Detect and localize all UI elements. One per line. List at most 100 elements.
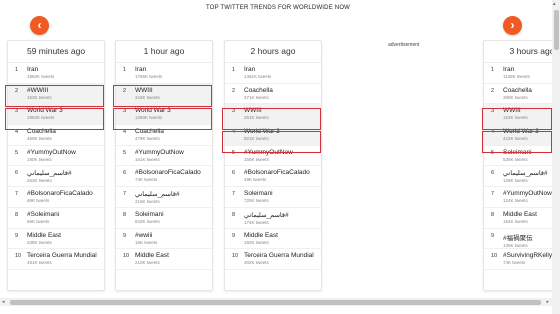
trend-rank: 4 [491,129,495,136]
trend-name[interactable]: #BolsonaroFicaCalado [135,166,212,176]
trend-name[interactable]: World War 3 [135,104,212,114]
trend-name[interactable]: #YummyOutNow [27,146,104,156]
scroll-right-icon[interactable]: ▸ [546,299,549,305]
trend-row[interactable]: 1 Iran 1756K tweets [116,63,212,84]
trend-row[interactable]: 6 قاسم_سليماني# 126K tweets [484,166,560,188]
trend-row[interactable]: 2 #WWIII 163K tweets [8,83,104,105]
trend-name[interactable]: #wwiii [135,229,212,239]
chevron-right-icon[interactable]: › [503,16,522,35]
trend-row[interactable]: 6 #BolsonaroFicaCalado 74K tweets [116,166,212,188]
trend-rank: 9 [232,232,236,239]
trend-row[interactable]: 8 #Soleimani 66K tweets [8,208,104,229]
trend-row[interactable]: 7 #YummyOutNow 124K tweets [484,187,560,208]
trend-row[interactable]: 4 Coachella 460K tweets [8,125,104,146]
trend-row[interactable]: 9 #福禍聚伝 130K tweets [484,229,560,250]
trend-row[interactable]: 1 Iran 1461K tweets [225,63,321,84]
trend-row[interactable]: 4 World War 3 422K tweets [484,125,560,146]
trend-rank: 5 [15,149,19,156]
tweet-count: 192K tweets [244,239,269,245]
trend-name[interactable]: World War 3 [244,125,321,135]
trend-rank: 4 [123,129,127,136]
trend-row[interactable]: 2 WWIII 343K tweets [116,83,212,105]
trend-name[interactable]: Coachella [244,84,321,94]
scroll-thumb[interactable] [553,10,559,50]
trend-name[interactable]: #BolsonaroFicaCalado [27,187,104,197]
trend-name[interactable]: Iran [135,63,212,73]
trend-row[interactable]: 4 Coachella 479K tweets [116,125,212,146]
trend-name[interactable]: #Soleimani [27,208,104,218]
trend-rank: 5 [232,149,236,156]
trend-row[interactable]: 8 Middle East 164K tweets [484,208,560,229]
trend-name[interactable]: Middle East [27,229,104,239]
tweet-count: 190K tweets [27,156,52,162]
trend-name[interactable]: Iran [27,63,104,73]
trend-row[interactable]: 1 Iran 1960K tweets [8,63,104,84]
trend-name[interactable]: Coachella [135,125,212,135]
trend-row[interactable]: 8 Soleimani 842K tweets [116,208,212,229]
trend-row[interactable]: 7 قاسم_سليماني# 216K tweets [116,187,212,208]
tweet-count: 69K tweets [27,198,50,204]
tweet-count: 460K tweets [27,136,52,142]
trend-name[interactable]: Coachella [27,125,104,135]
trend-name[interactable]: قاسم_سليماني# [27,166,104,177]
tweet-count: 491K tweets [27,260,52,266]
trend-row[interactable]: 8 قاسم_سليماني# 174K tweets [225,208,321,229]
trend-row[interactable]: 10 Terceira Guerra Mundial 491K tweets [8,249,104,270]
vertical-scrollbar[interactable]: ▴ [552,0,560,314]
chevron-left-icon[interactable]: ‹ [30,16,49,35]
trend-name[interactable]: Middle East [244,229,321,239]
tweet-count: 74K tweets [135,177,158,183]
trend-name[interactable]: Terceira Guerra Mundial [27,249,104,259]
trend-name[interactable]: WWIII [244,104,321,114]
trend-name[interactable]: #YummyOutNow [135,146,212,156]
trend-row[interactable]: 6 قاسم_سليماني# 263K tweets [8,166,104,188]
trend-name[interactable]: WWIII [135,84,212,94]
trend-name[interactable]: Soleimani [244,187,321,197]
trend-row[interactable]: 2 Coachella 280K tweets [484,84,560,105]
trend-row[interactable]: 5 Soleimani 536K tweets [484,146,560,167]
tweet-count: 343K tweets [135,94,160,100]
trend-rank: 10 [232,253,239,260]
scroll-up-icon[interactable]: ▴ [553,1,556,7]
trend-row[interactable]: 5 #YummyOutNow 190K tweets [8,146,104,167]
trend-rank: 2 [123,87,127,94]
trend-rank: 10 [15,253,22,260]
trend-row[interactable]: 6 #BolsonaroFicaCalado 49K tweets [225,166,321,188]
trend-name[interactable]: World War 3 [27,104,104,114]
trend-row[interactable]: 9 Middle East 238K tweets [8,229,104,250]
scroll-left-icon[interactable]: ◂ [2,299,5,305]
trend-row[interactable]: 10 #SurvivingRKelly 74K tweets [484,249,560,270]
advertisement-label: advertisement [388,42,420,48]
horizontal-scrollbar[interactable]: ◂ ▸ [0,298,552,306]
trend-row[interactable]: 5 #YummyOutNow 161K tweets [116,146,212,167]
tweet-count: 66K tweets [27,218,50,224]
trend-row[interactable]: 4 World War 3 821K tweets [225,125,321,146]
trend-rank: 2 [15,87,19,94]
trend-rank: 9 [15,232,19,239]
trend-row[interactable]: 10 Middle East 210K tweets [116,249,212,270]
trend-row[interactable]: 7 Soleimani 725K tweets [225,187,321,208]
trend-row[interactable]: 3 WWIII 261K tweets [225,104,321,126]
trend-row[interactable]: 1 Iran 1138K tweets [484,63,560,84]
trend-name[interactable]: Terceira Guerra Mundial [244,249,321,259]
trend-row[interactable]: 3 World War 3 1280K tweets [116,104,212,126]
trend-name[interactable]: #WWIII [27,84,104,94]
trend-row[interactable]: 10 Terceira Guerra Mundial 302K tweets [225,249,321,270]
tweet-count: 161K tweets [135,156,160,162]
trend-row[interactable]: 5 #YummyOutNow 155K tweets [225,146,321,167]
trend-name[interactable]: قاسم_سليماني# [244,208,321,219]
trend-rank: 8 [123,211,127,218]
trend-row[interactable]: 9 Middle East 192K tweets [225,229,321,250]
trend-row[interactable]: 9 #wwiii 16K tweets [116,229,212,250]
trend-name[interactable]: Middle East [135,249,212,259]
trend-row[interactable]: 7 #BolsonaroFicaCalado 69K tweets [8,187,104,208]
trend-name[interactable]: Iran [244,63,321,73]
trend-row[interactable]: 2 Coachella 371K tweets [225,84,321,105]
trend-row[interactable]: 3 World War 3 1982K tweets [8,104,104,126]
trend-name[interactable]: Soleimani [135,208,212,218]
trend-name[interactable]: #YummyOutNow [244,146,321,156]
trend-name[interactable]: قاسم_سليماني# [135,187,212,198]
scroll-thumb[interactable] [10,299,541,305]
trend-row[interactable]: 3 WWIII 153K tweets [484,104,560,126]
trend-name[interactable]: #BolsonaroFicaCalado [244,166,321,176]
